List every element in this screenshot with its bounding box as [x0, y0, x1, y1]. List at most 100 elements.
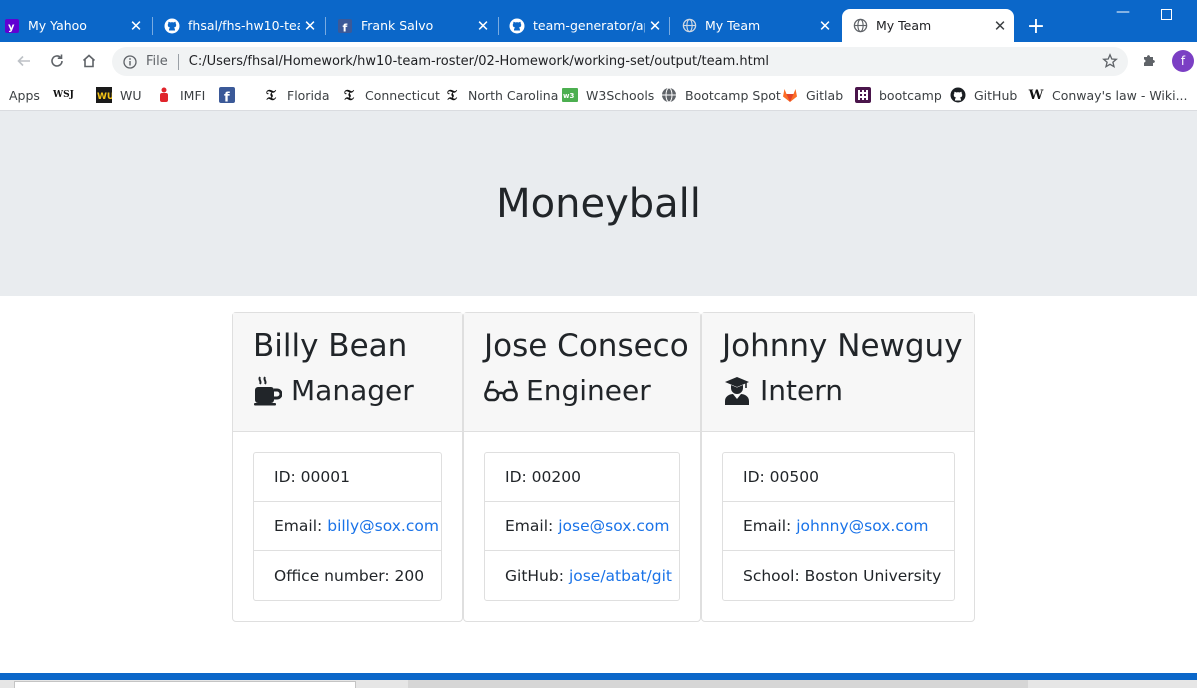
bookmark-apps[interactable]: Apps — [9, 85, 40, 105]
email-link[interactable]: billy@sox.com — [327, 517, 439, 535]
svg-text:WU: WU — [97, 92, 112, 102]
github-item: GitHub: jose/atbat/git — [485, 551, 679, 600]
home-icon[interactable] — [77, 49, 101, 73]
bookmark-florida[interactable]: 𝔗 Florida — [263, 85, 330, 105]
card-body: ID: 00200 Email: jose@sox.com GitHub: jo… — [464, 432, 700, 621]
details-list: ID: 00500 Email: johnny@sox.com School: … — [722, 452, 955, 601]
email-label: Email: — [274, 517, 323, 535]
bookmark-github[interactable]: GitHub — [950, 85, 1017, 105]
bookmarks-bar: Apps WSJ WU WU IMFI f 𝔗 Florida 𝔗 Connec… — [0, 80, 1197, 111]
url-scheme-label: File — [146, 54, 168, 69]
bookmark-conways-law[interactable]: W Conway's law - Wiki... — [1028, 85, 1188, 105]
tab-team-generator[interactable]: team-generator/app ✕ — [499, 9, 669, 42]
team-name: Moneyball — [496, 180, 701, 227]
tab-strip: y My Yahoo ✕ fhsal/fhs-hw10-team ✕ f Fra… — [0, 0, 1197, 42]
email-link[interactable]: johnny@sox.com — [796, 517, 928, 535]
bookmark-label: IMFI — [180, 87, 206, 103]
bookmark-connecticut[interactable]: 𝔗 Connecticut — [341, 85, 440, 105]
tab-my-yahoo[interactable]: y My Yahoo ✕ — [0, 9, 150, 42]
close-icon[interactable]: ✕ — [990, 16, 1010, 36]
tab-title: My Yahoo — [28, 18, 87, 33]
github-icon — [509, 18, 525, 34]
close-icon[interactable]: ✕ — [473, 16, 493, 36]
bookmark-facebook[interactable]: f — [219, 85, 243, 105]
url-text[interactable]: C:/Users/fhsal/Homework/hw10-team-roster… — [189, 54, 769, 69]
office-number-item: Office number: 200 — [254, 551, 441, 600]
email-item: Email: johnny@sox.com — [723, 502, 954, 551]
email-link[interactable]: jose@sox.com — [558, 517, 669, 535]
slack-icon — [855, 87, 871, 103]
wsj-icon: WSJ — [53, 90, 74, 100]
member-name: Billy Bean — [253, 328, 408, 364]
email-item: Email: jose@sox.com — [485, 502, 679, 551]
svg-text:w3: w3 — [563, 92, 574, 100]
bookmark-label: Apps — [9, 87, 40, 103]
member-card-manager: Billy Bean Manager ID: 00001 Email: bill… — [232, 312, 463, 622]
facebook-icon: f — [219, 87, 235, 103]
tab-divider — [152, 17, 153, 35]
nyt-icon: 𝔗 — [266, 86, 276, 104]
member-name: Jose Conseco — [484, 328, 689, 364]
tab-my-team-active[interactable]: My Team ✕ — [842, 9, 1014, 42]
school-item: School: Boston University — [723, 551, 954, 600]
bookmark-wu[interactable]: WU WU — [96, 85, 142, 105]
card-header: Billy Bean Manager — [233, 313, 462, 432]
id-item: ID: 00001 — [254, 453, 441, 502]
bookmark-imfi[interactable]: IMFI — [156, 85, 205, 105]
bookmark-bootcamp[interactable]: bootcamp — [855, 85, 942, 105]
bookmark-label: Connecticut — [365, 87, 440, 103]
bookmark-label: GitHub — [974, 87, 1018, 103]
profile-avatar[interactable]: f — [1172, 50, 1194, 72]
graduate-icon — [722, 376, 752, 406]
taskbar-search-field[interactable] — [14, 681, 356, 688]
svg-text:f: f — [343, 21, 348, 33]
info-icon[interactable] — [122, 54, 138, 70]
close-icon[interactable]: ✕ — [126, 16, 146, 36]
reload-icon[interactable] — [45, 49, 69, 73]
bookmark-label: W3Schools — [586, 87, 655, 103]
globe-icon — [852, 18, 868, 34]
tab-my-team[interactable]: My Team ✕ — [671, 9, 839, 42]
bookmark-bootcamp-spot[interactable]: Bootcamp Spot — [661, 85, 781, 105]
card-body: ID: 00001 Email: billy@sox.com Office nu… — [233, 432, 462, 621]
close-icon[interactable]: ✕ — [645, 16, 665, 36]
back-arrow-icon[interactable] — [12, 49, 36, 73]
email-item: Email: billy@sox.com — [254, 502, 441, 551]
star-icon[interactable] — [1102, 53, 1118, 69]
bookmark-gitlab[interactable]: Gitlab — [782, 85, 843, 105]
close-icon[interactable]: ✕ — [300, 16, 320, 36]
details-list: ID: 00001 Email: billy@sox.com Office nu… — [253, 452, 442, 601]
bookmark-wsj[interactable]: WSJ — [53, 85, 74, 105]
bookmark-label: Gitlab — [806, 87, 844, 103]
tab-title: Frank Salvo — [361, 18, 434, 33]
school-text: School: Boston University — [743, 566, 942, 585]
address-bar[interactable]: File C:/Users/fhsal/Homework/hw10-team-r… — [112, 47, 1128, 76]
tab-fhs-hw10-team[interactable]: fhsal/fhs-hw10-team ✕ — [154, 9, 324, 42]
tab-frank-salvo[interactable]: f Frank Salvo ✕ — [327, 9, 497, 42]
card-header: Johnny Newguy Intern — [702, 313, 974, 432]
role-label: Manager — [291, 374, 414, 407]
minimize-icon[interactable]: — — [1116, 4, 1130, 20]
id-item: ID: 00200 — [485, 453, 679, 502]
tab-divider — [325, 17, 326, 35]
new-tab-button[interactable]: + — [1024, 14, 1048, 39]
wu-icon: WU — [96, 87, 112, 103]
taskbar-accent — [0, 673, 1197, 680]
role-label: Intern — [760, 374, 843, 407]
bookmark-north-carolina[interactable]: 𝔗 North Carolina — [444, 85, 558, 105]
email-label: Email: — [743, 517, 792, 535]
puzzle-icon[interactable] — [1141, 51, 1161, 71]
tab-divider — [669, 17, 670, 35]
w3schools-icon: w3 — [562, 87, 578, 103]
close-icon[interactable]: ✕ — [815, 16, 835, 36]
github-label: GitHub: — [505, 566, 564, 585]
maximize-icon[interactable] — [1161, 8, 1172, 24]
taskbar-apps — [408, 680, 1028, 688]
browser-toolbar: File C:/Users/fhsal/Homework/hw10-team-r… — [0, 42, 1197, 80]
bookmark-label: WU — [120, 87, 142, 103]
bookmark-w3schools[interactable]: w3 W3Schools — [562, 85, 654, 105]
github-link[interactable]: jose/atbat/git — [569, 567, 672, 585]
member-role: Engineer — [484, 373, 680, 409]
bookmark-label: North Carolina — [468, 87, 559, 103]
omnibox-divider — [177, 53, 179, 70]
